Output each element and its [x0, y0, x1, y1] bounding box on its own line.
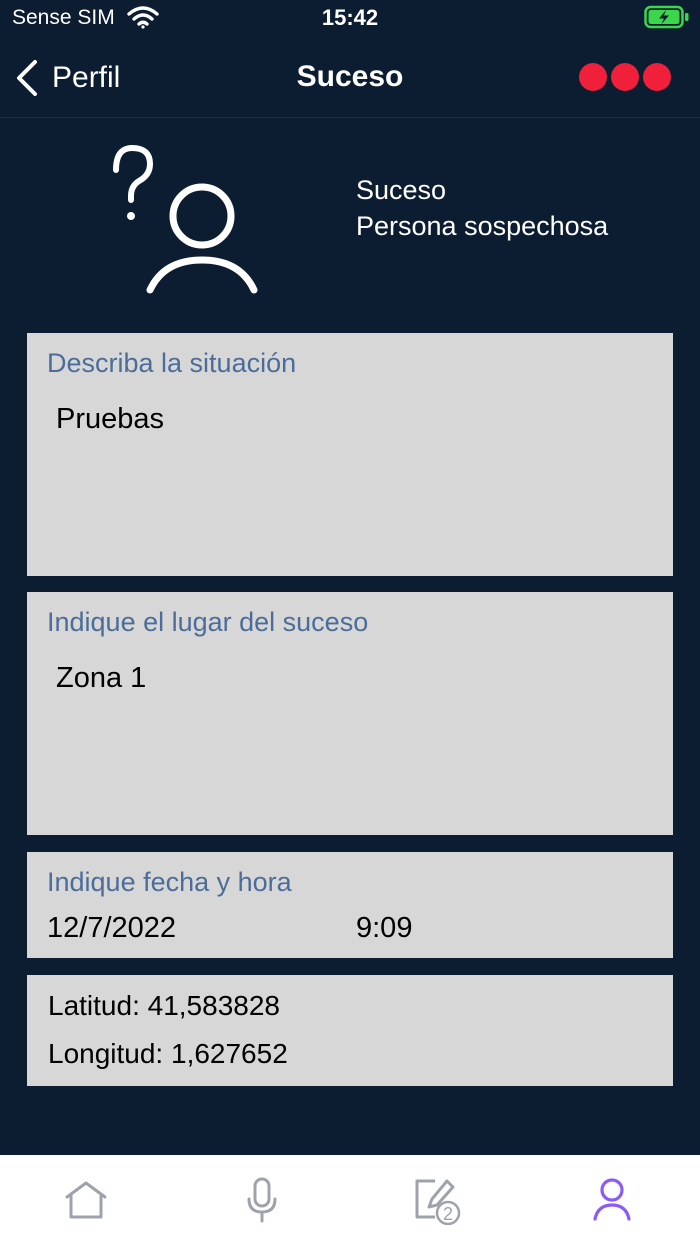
user-icon[interactable]	[587, 1175, 637, 1225]
datetime-label: Indique fecha y hora	[47, 867, 292, 897]
location-value: Zona 1	[56, 662, 147, 694]
datetime-card[interactable]: Indique fecha y hora 12/7/2022 9:09	[27, 852, 673, 958]
more-options-button[interactable]	[576, 62, 676, 92]
menu-dot	[579, 63, 607, 91]
clock: 15:42	[321, 5, 379, 30]
location-label: Indique el lugar del suceso	[47, 607, 369, 637]
longitude-value: Longitud: 1,627652	[48, 1038, 288, 1069]
status-bar: Sense SIM 15:42	[0, 0, 700, 38]
microphone-icon[interactable]	[237, 1175, 287, 1225]
incident-subtype: Persona sospechosa	[356, 211, 609, 241]
chevron-left-icon	[17, 60, 37, 96]
tab-bar: 2	[0, 1155, 700, 1244]
time-value[interactable]: 9:09	[356, 912, 412, 945]
incident-category: Suceso	[356, 175, 447, 205]
edit-document-icon[interactable]: 2	[411, 1175, 461, 1225]
unknown-person-icon	[113, 144, 258, 294]
location-card[interactable]: Indique el lugar del suceso Zona 1	[27, 592, 673, 835]
nav-bar: Perfil Suceso	[0, 38, 700, 118]
home-icon[interactable]	[61, 1175, 111, 1225]
incident-type: Suceso Persona sospechosa	[356, 172, 608, 244]
back-label: Perfil	[52, 61, 121, 94]
back-button[interactable]: Perfil	[14, 54, 120, 102]
battery-charging-icon	[644, 5, 689, 29]
drafts-badge: 2	[443, 1204, 453, 1224]
latitude-value: Latitud: 41,583828	[48, 990, 280, 1021]
menu-dot	[611, 63, 639, 91]
coordinates-card: Latitud: 41,583828 Longitud: 1,627652	[27, 975, 673, 1086]
situation-card[interactable]: Describa la situación Pruebas	[27, 333, 673, 576]
date-value[interactable]: 12/7/2022	[47, 912, 176, 945]
menu-dot	[643, 63, 671, 91]
situation-value: Pruebas	[56, 403, 165, 435]
situation-label: Describa la situación	[47, 348, 297, 378]
